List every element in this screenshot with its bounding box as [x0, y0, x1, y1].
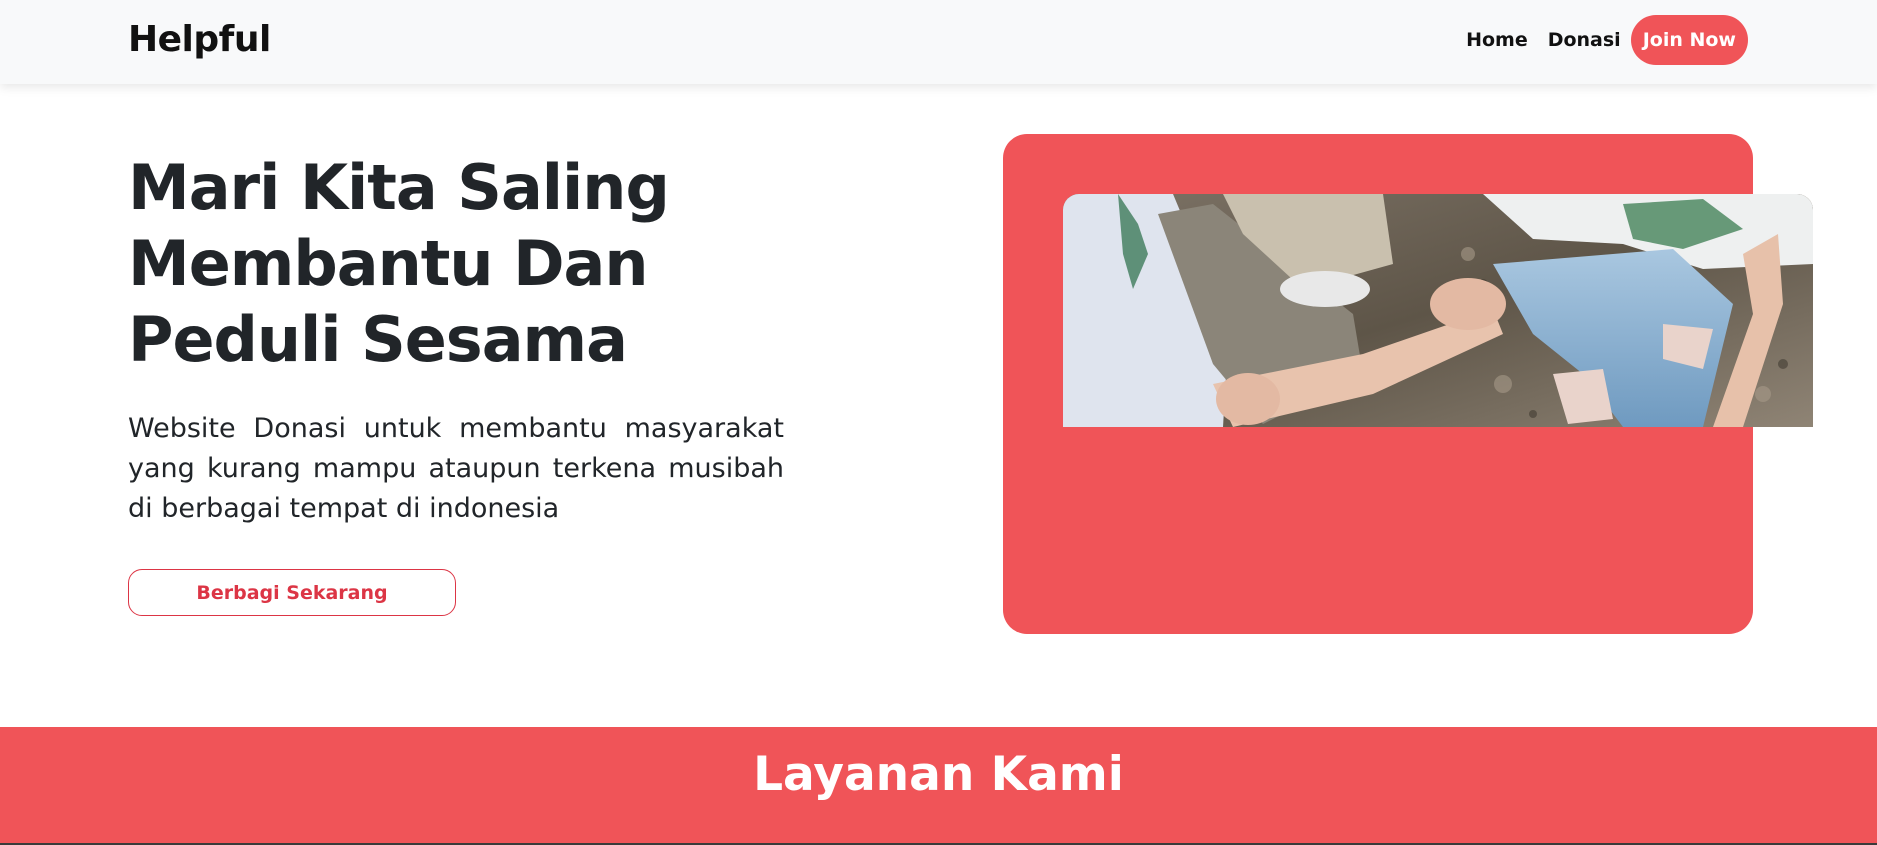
- nav-link-home[interactable]: Home: [1456, 29, 1538, 51]
- join-now-button[interactable]: Join Now: [1630, 15, 1748, 65]
- services-title: Layanan Kami: [753, 747, 1124, 802]
- navbar: Helpful Home Donasi Join Now: [0, 0, 1877, 84]
- services-section: Layanan Kami: [0, 727, 1877, 845]
- berbagi-sekarang-button[interactable]: Berbagi Sekarang: [128, 569, 456, 616]
- nav-link-donasi[interactable]: Donasi: [1538, 29, 1631, 51]
- hero-description: Website Donasi untuk membantu masyarakat…: [128, 413, 784, 524]
- hero-photo: [1063, 194, 1813, 427]
- hero-title: Mari Kita Saling Membantu Dan Peduli Ses…: [128, 151, 670, 376]
- helping-hands-illustration: [1063, 194, 1813, 427]
- nav-links: Home Donasi Join Now: [1456, 15, 1748, 65]
- brand-logo[interactable]: Helpful: [128, 19, 271, 60]
